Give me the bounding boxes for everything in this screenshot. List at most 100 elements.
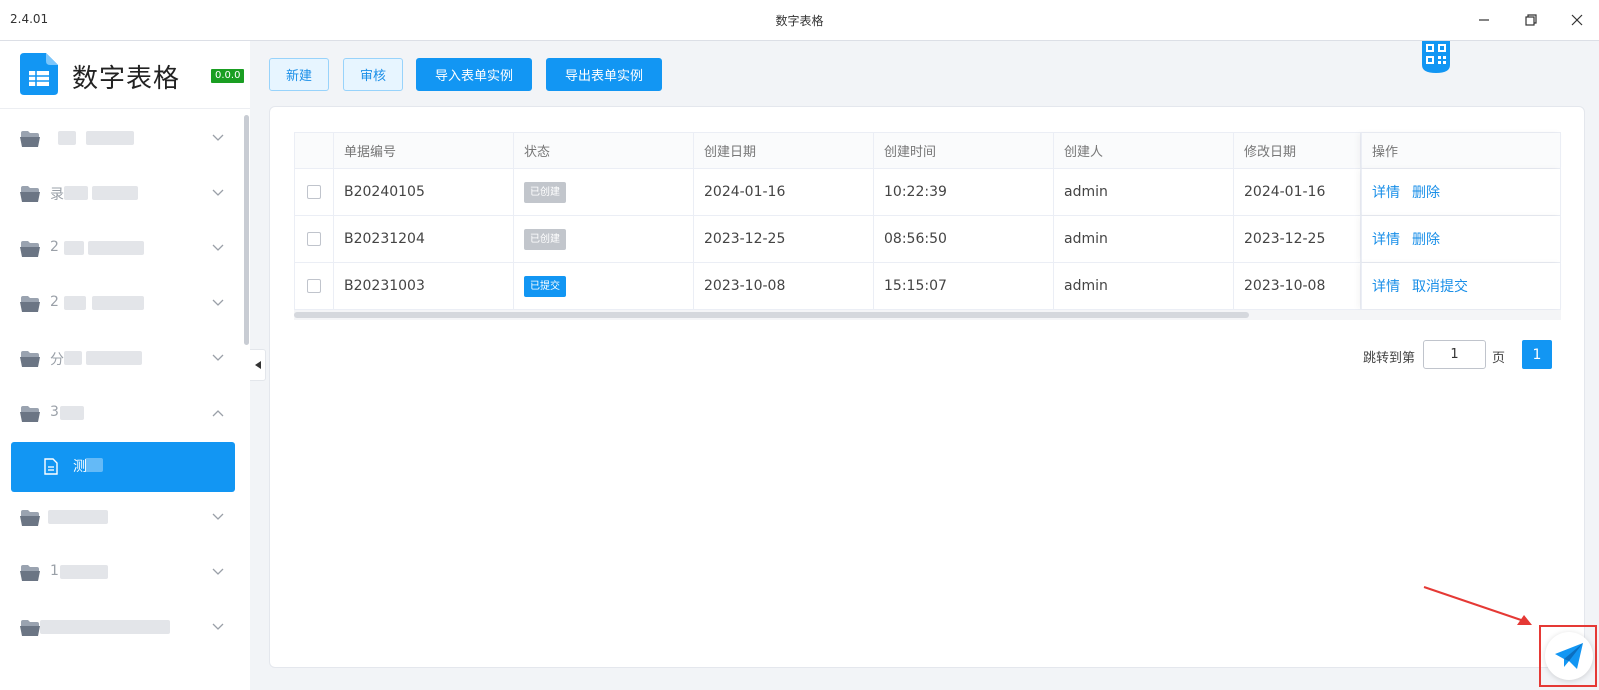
cell-actions: 详情 删除 bbox=[1361, 169, 1561, 215]
restore-button[interactable] bbox=[1517, 8, 1545, 32]
cell-status: 已提交 bbox=[514, 263, 694, 309]
sidebar: 数字表格 0.0.0 录 2 2 分 3 1 测 bbox=[0, 41, 250, 690]
close-icon bbox=[1571, 14, 1583, 26]
folder-icon bbox=[20, 351, 40, 367]
row-action-cancel-submit-link[interactable]: 取消提交 bbox=[1412, 276, 1468, 296]
row-checkbox[interactable] bbox=[307, 279, 321, 293]
redacted-text bbox=[64, 296, 86, 310]
header-creator: 创建人 bbox=[1054, 133, 1234, 168]
header-create-time: 创建时间 bbox=[874, 133, 1054, 168]
sidebar-item-7[interactable] bbox=[0, 494, 244, 544]
send-float-button[interactable] bbox=[1545, 632, 1593, 680]
chevron-down-icon bbox=[212, 513, 224, 520]
sidebar-item-9[interactable] bbox=[0, 604, 244, 654]
content-card: 单据编号 状态 创建日期 创建时间 创建人 修改日期 操作 B20240105 已… bbox=[269, 106, 1585, 668]
chevron-down-icon bbox=[212, 299, 224, 306]
table-row[interactable]: B20231204 已创建 2023-12-25 08:56:50 admin 2023-… bbox=[294, 216, 1561, 263]
chevron-down-icon bbox=[212, 134, 224, 141]
redacted-text bbox=[108, 241, 144, 255]
close-button[interactable] bbox=[1563, 8, 1591, 32]
cell-create-date: 2023-10-08 bbox=[694, 263, 874, 309]
import-form-button[interactable]: 导入表单实例 bbox=[416, 58, 532, 91]
table-body: B20240105 已创建 2024-01-16 10:22:39 admin 2024-… bbox=[294, 169, 1561, 310]
cell-modify-date: 2023-12-25 bbox=[1234, 216, 1361, 262]
status-badge: 已提交 bbox=[524, 275, 566, 297]
sidebar-item-8[interactable]: 1 bbox=[0, 549, 244, 599]
sidebar-item-label: 录 bbox=[50, 187, 64, 203]
sidebar-collapse-button[interactable] bbox=[250, 349, 266, 381]
version-badge: 0.0.0 bbox=[211, 69, 245, 83]
annotation-arrow bbox=[1423, 586, 1532, 625]
page-jump-input[interactable] bbox=[1423, 340, 1486, 369]
cell-id: B20231003 bbox=[334, 263, 514, 309]
cell-create-time: 15:15:07 bbox=[874, 263, 1054, 309]
sidebar-item-5[interactable]: 分 bbox=[0, 335, 244, 385]
caret-left-icon bbox=[254, 361, 261, 369]
folder-icon bbox=[20, 296, 40, 312]
table-horizontal-scrollbar[interactable] bbox=[294, 310, 1561, 320]
header-id: 单据编号 bbox=[334, 133, 514, 168]
redacted-text bbox=[64, 241, 84, 255]
sidebar-item-1[interactable] bbox=[0, 115, 244, 165]
sidebar-subitem-active[interactable]: 测 bbox=[11, 442, 235, 492]
header-modify-date: 修改日期 bbox=[1234, 133, 1361, 168]
row-action-delete-link[interactable]: 删除 bbox=[1412, 229, 1440, 249]
scrollbar-thumb[interactable] bbox=[294, 312, 1249, 318]
page-suffix-label: 页 bbox=[1492, 351, 1506, 366]
folder-icon bbox=[20, 186, 40, 202]
export-form-button[interactable]: 导出表单实例 bbox=[546, 58, 662, 91]
document-icon bbox=[44, 458, 58, 475]
row-checkbox[interactable] bbox=[307, 232, 321, 246]
chevron-down-icon bbox=[212, 354, 224, 361]
row-action-detail-link[interactable]: 详情 bbox=[1372, 182, 1400, 202]
cell-actions: 详情 取消提交 bbox=[1361, 263, 1561, 309]
cell-create-date: 2023-12-25 bbox=[694, 216, 874, 262]
folder-icon bbox=[20, 510, 40, 526]
qr-code-icon[interactable] bbox=[1420, 41, 1452, 73]
row-action-detail-link[interactable]: 详情 bbox=[1372, 229, 1400, 249]
cell-status: 已创建 bbox=[514, 216, 694, 262]
row-action-detail-link[interactable]: 详情 bbox=[1372, 276, 1400, 296]
table-row[interactable]: B20231003 已提交 2023-10-08 15:15:07 admin 2023-… bbox=[294, 263, 1561, 310]
minimize-button[interactable] bbox=[1470, 8, 1498, 32]
sidebar-item-label: 2 bbox=[50, 239, 59, 255]
folder-icon bbox=[20, 620, 40, 636]
redacted-text bbox=[64, 186, 88, 200]
sidebar-item-3[interactable]: 2 bbox=[0, 225, 244, 275]
app-logo-area: 数字表格 0.0.0 bbox=[0, 41, 250, 109]
sidebar-item-4[interactable]: 2 bbox=[0, 280, 244, 330]
cell-create-date: 2024-01-16 bbox=[694, 169, 874, 215]
cell-create-time: 08:56:50 bbox=[874, 216, 1054, 262]
cell-id: B20231204 bbox=[334, 216, 514, 262]
page-button-current[interactable]: 1 bbox=[1522, 340, 1552, 369]
row-select-cell bbox=[294, 169, 334, 215]
cell-actions: 详情 删除 bbox=[1361, 216, 1561, 262]
audit-button[interactable]: 审核 bbox=[343, 58, 403, 91]
redacted-text bbox=[85, 458, 103, 472]
cell-create-time: 10:22:39 bbox=[874, 169, 1054, 215]
row-select-cell bbox=[294, 263, 334, 309]
chevron-down-icon bbox=[212, 568, 224, 575]
header-status: 状态 bbox=[514, 133, 694, 168]
row-action-delete-link[interactable]: 删除 bbox=[1412, 182, 1440, 202]
header-select-cell bbox=[294, 133, 334, 168]
new-button[interactable]: 新建 bbox=[269, 58, 329, 91]
row-select-cell bbox=[294, 216, 334, 262]
folder-icon bbox=[20, 406, 40, 422]
sidebar-item-label: 1 bbox=[50, 563, 59, 579]
chevron-down-icon bbox=[212, 244, 224, 251]
folder-icon bbox=[20, 565, 40, 581]
table-row[interactable]: B20240105 已创建 2024-01-16 10:22:39 admin 2024-… bbox=[294, 169, 1561, 216]
window-version: 2.4.01 bbox=[10, 12, 49, 26]
redacted-text bbox=[48, 510, 108, 524]
cell-creator: admin bbox=[1054, 169, 1234, 215]
restore-icon bbox=[1525, 14, 1537, 26]
sidebar-scrollbar[interactable] bbox=[244, 115, 249, 345]
redacted-text bbox=[58, 131, 76, 145]
window-title: 数字表格 bbox=[775, 14, 824, 28]
minimize-icon bbox=[1479, 19, 1489, 21]
sidebar-item-6[interactable]: 3 bbox=[0, 390, 244, 440]
sidebar-item-2[interactable]: 录 bbox=[0, 170, 244, 220]
jump-to-label: 跳转到第 bbox=[1363, 351, 1416, 366]
row-checkbox[interactable] bbox=[307, 185, 321, 199]
